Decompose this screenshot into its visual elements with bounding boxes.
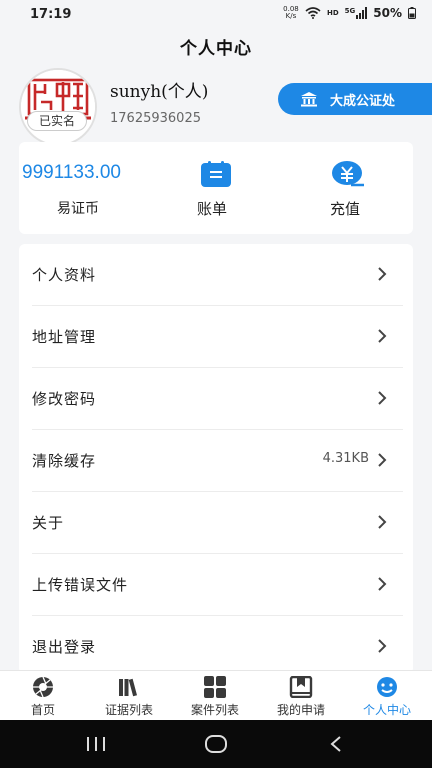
- signal-icon: 5G: [345, 7, 368, 19]
- menu-item-address[interactable]: 地址管理: [19, 306, 413, 368]
- chevron-right-icon: [378, 577, 387, 591]
- verified-badge: 已实名: [27, 111, 87, 131]
- chevron-right-icon: [378, 329, 387, 343]
- cache-size: 4.31KB: [322, 451, 369, 466]
- menu-item-logout[interactable]: 退出登录: [19, 616, 413, 674]
- recharge-icon[interactable]: [331, 160, 365, 188]
- recent-apps-icon[interactable]: [84, 734, 108, 754]
- coin-balance[interactable]: 9991133.00: [22, 162, 121, 184]
- bookmark-book-icon: [289, 676, 313, 698]
- wallet-card: 9991133.00 易证币 账单 充值: [19, 142, 413, 234]
- chevron-right-icon: [378, 639, 387, 653]
- tab-label: 首页: [30, 703, 55, 717]
- home-icon[interactable]: [204, 734, 228, 754]
- chevron-right-icon: [378, 391, 387, 405]
- chevron-right-icon: [378, 515, 387, 529]
- chevron-right-icon: [378, 267, 387, 281]
- tab-label: 证据列表: [104, 703, 153, 717]
- user-name: sunyh(个人): [110, 82, 209, 102]
- menu-item-label: 修改密码: [32, 390, 97, 408]
- tab-label: 我的申请: [276, 703, 325, 717]
- menu-item-change-password[interactable]: 修改密码: [19, 368, 413, 430]
- menu-item-label: 上传错误文件: [32, 576, 129, 594]
- settings-menu: 个人资料 地址管理 修改密码 清除缓存 4.31KB 关于 上传错误文件 退出登…: [19, 244, 413, 674]
- page-title: 个人中心: [180, 39, 252, 59]
- chevron-right-icon: [378, 453, 387, 467]
- wifi-icon: [305, 7, 321, 19]
- avatar[interactable]: [19, 68, 97, 146]
- notary-office-label: 大成公证处: [330, 93, 396, 109]
- menu-item-label: 清除缓存: [32, 452, 97, 470]
- menu-item-profile[interactable]: 个人资料: [19, 244, 413, 306]
- battery-icon: [408, 7, 416, 19]
- menu-item-upload-error-file[interactable]: 上传错误文件: [19, 554, 413, 616]
- bank-icon: [301, 92, 317, 107]
- tab-case-list[interactable]: 案件列表: [172, 671, 258, 721]
- bill-label[interactable]: 账单: [197, 198, 227, 219]
- menu-item-label: 地址管理: [32, 328, 97, 346]
- tab-label: 案件列表: [190, 703, 239, 717]
- seal-stamp-icon: [21, 70, 95, 144]
- tab-evidence-list[interactable]: 证据列表: [86, 671, 172, 721]
- menu-item-about[interactable]: 关于: [19, 492, 413, 554]
- user-phone: 17625936025: [110, 111, 201, 126]
- menu-item-clear-cache[interactable]: 清除缓存 4.31KB: [19, 430, 413, 492]
- status-time: 17:19: [30, 7, 72, 22]
- battery-percent: 50%: [373, 6, 402, 20]
- books-icon: [119, 678, 138, 697]
- grid-icon: [204, 676, 226, 698]
- tab-home[interactable]: 首页: [0, 671, 86, 721]
- tab-label: 个人中心: [362, 703, 411, 717]
- recharge-label[interactable]: 充值: [330, 198, 360, 219]
- tab-personal-center[interactable]: 个人中心: [344, 671, 430, 721]
- smile-face-icon: [377, 677, 397, 697]
- aperture-icon: [33, 676, 53, 698]
- status-indicators: 0.08 K/s HD 5G 50%: [283, 6, 416, 20]
- bottom-nav: 首页 证据列表 案件列表 我的申请 个人中心: [0, 670, 432, 720]
- back-icon[interactable]: [324, 734, 348, 754]
- bill-icon[interactable]: [201, 161, 231, 187]
- coin-balance-label: 易证币: [57, 201, 99, 217]
- menu-item-label: 退出登录: [32, 638, 97, 656]
- tab-my-applications[interactable]: 我的申请: [258, 671, 344, 721]
- menu-item-label: 关于: [32, 514, 65, 532]
- network-speed: 0.08 K/s: [283, 5, 299, 20]
- system-nav-bar: [0, 720, 432, 768]
- menu-item-label: 个人资料: [32, 266, 97, 284]
- hd-indicator: HD: [326, 9, 339, 17]
- status-bar: 17:19 0.08 K/s HD 5G 50%: [0, 0, 432, 30]
- notary-office-button[interactable]: 大成公证处: [278, 83, 432, 115]
